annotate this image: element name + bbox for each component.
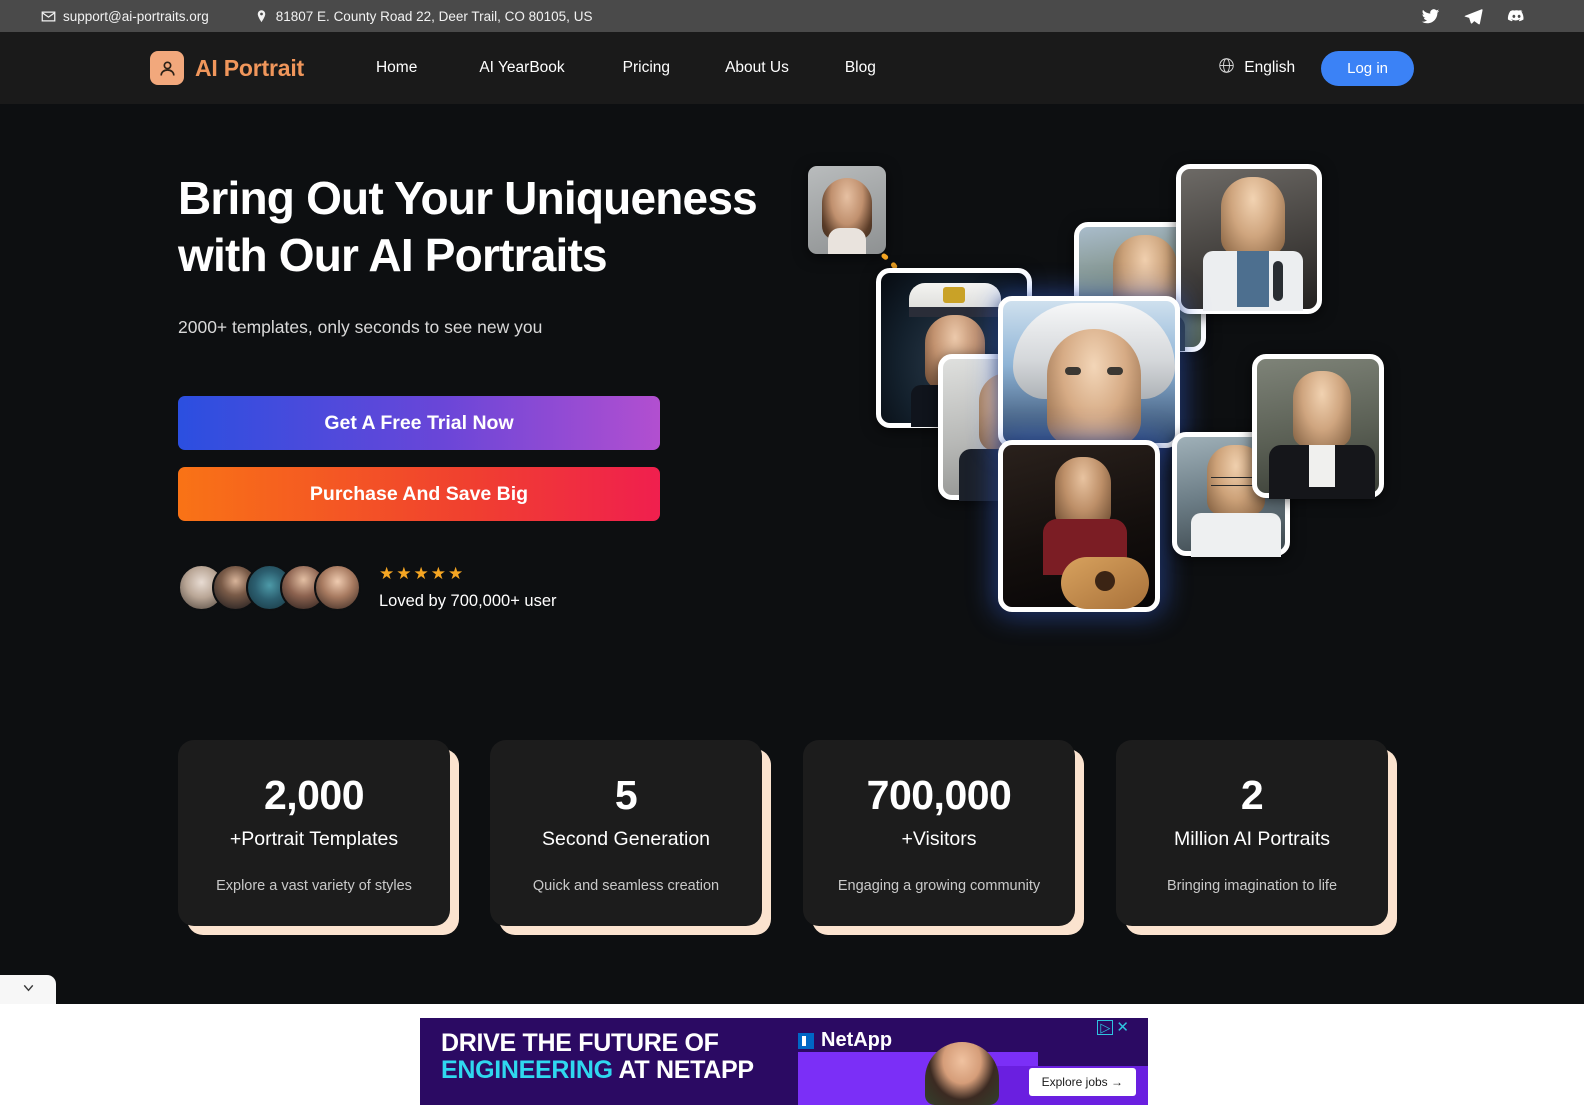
avatar bbox=[314, 564, 361, 612]
stat-card-templates[interactable]: 2,000 +Portrait Templates Explore a vast… bbox=[178, 740, 459, 935]
advertisement-banner[interactable]: DRIVE THE FUTURE OF ENGINEERING AT NETAP… bbox=[420, 1018, 1148, 1105]
contact-email-text: support@ai-portraits.org bbox=[63, 8, 209, 24]
headline-line-2: with Our AI Portraits bbox=[178, 228, 608, 281]
main-navigation: AI Portrait Home AI YearBook Pricing Abo… bbox=[0, 32, 1584, 104]
nav-links: Home AI YearBook Pricing About Us Blog bbox=[340, 51, 876, 85]
stat-card-portraits[interactable]: 2 Million AI Portraits Bringing imaginat… bbox=[1116, 740, 1397, 935]
stat-card-visitors[interactable]: 700,000 +Visitors Engaging a growing com… bbox=[803, 740, 1084, 935]
nav-link-home[interactable]: Home bbox=[376, 51, 417, 85]
stat-card-body: 700,000 +Visitors Engaging a growing com… bbox=[803, 740, 1075, 926]
stat-label: +Visitors bbox=[901, 828, 977, 850]
portrait-guitarist[interactable] bbox=[998, 440, 1160, 612]
person-avatar-icon bbox=[150, 51, 184, 85]
stat-label: Million AI Portraits bbox=[1173, 828, 1331, 850]
stat-card-generation[interactable]: 5 Second Generation Quick and seamless c… bbox=[490, 740, 771, 935]
contact-address-text: 81807 E. County Road 22, Deer Trail, CO … bbox=[275, 8, 593, 24]
star-rating-icon: ★★★★★ bbox=[379, 563, 466, 583]
brand-logo[interactable]: AI Portrait bbox=[150, 51, 304, 85]
ad-headline-line-2: ENGINEERING AT NETAPP bbox=[441, 1055, 754, 1084]
discord-icon[interactable] bbox=[1507, 7, 1526, 26]
nav-link-about[interactable]: About Us bbox=[725, 51, 789, 85]
social-proof: ★★★★★ Loved by 700,000+ user bbox=[178, 564, 818, 612]
login-button[interactable]: Log in bbox=[1321, 50, 1414, 86]
page-title: Bring Out Your Uniqueness with Our AI Po… bbox=[178, 170, 818, 283]
portrait-doctor-stethoscope[interactable] bbox=[1176, 164, 1322, 314]
portrait-astronaut[interactable] bbox=[998, 296, 1180, 448]
language-label: English bbox=[1244, 59, 1296, 76]
stat-desc: Quick and seamless creation bbox=[532, 878, 720, 894]
nav-right-group: English Log in bbox=[1218, 32, 1584, 104]
ad-headline-highlight: ENGINEERING bbox=[441, 1055, 613, 1084]
hero-text-block: Bring Out Your Uniqueness with Our AI Po… bbox=[178, 170, 818, 612]
telegram-icon[interactable] bbox=[1464, 7, 1483, 26]
top-utility-bar: support@ai-portraits.org 81807 E. County… bbox=[0, 0, 1584, 32]
stat-number: 700,000 bbox=[866, 772, 1012, 818]
stat-label: Second Generation bbox=[541, 828, 711, 850]
location-pin-icon bbox=[254, 9, 269, 24]
stat-desc: Bringing imagination to life bbox=[1166, 878, 1338, 894]
collapse-panel-toggle[interactable] bbox=[0, 975, 56, 1004]
stat-card-body: 5 Second Generation Quick and seamless c… bbox=[490, 740, 762, 926]
nav-link-blog[interactable]: Blog bbox=[845, 51, 876, 85]
stat-desc: Explore a vast variety of styles bbox=[216, 878, 412, 894]
adchoices-icon[interactable]: ▷ bbox=[1097, 1020, 1114, 1035]
free-trial-button[interactable]: Get A Free Trial Now bbox=[178, 396, 660, 451]
stat-card-body: 2,000 +Portrait Templates Explore a vast… bbox=[178, 740, 450, 926]
contact-address: 81807 E. County Road 22, Deer Trail, CO … bbox=[254, 8, 593, 24]
ad-cta-button[interactable]: Explore jobs → bbox=[1028, 1068, 1136, 1096]
language-selector[interactable]: English bbox=[1218, 57, 1295, 79]
portrait-business[interactable] bbox=[1252, 354, 1384, 499]
hero-section: Bring Out Your Uniqueness with Our AI Po… bbox=[0, 104, 1584, 664]
envelope-icon bbox=[41, 9, 56, 24]
nav-link-yearbook[interactable]: AI YearBook bbox=[479, 51, 564, 85]
nav-link-pricing[interactable]: Pricing bbox=[623, 51, 670, 85]
loved-by-text: Loved by 700,000+ user bbox=[379, 591, 557, 610]
stat-number: 5 bbox=[614, 772, 638, 818]
stat-number: 2,000 bbox=[263, 772, 365, 818]
twitter-icon[interactable] bbox=[1421, 7, 1440, 26]
ad-brand-name: NetApp bbox=[821, 1029, 893, 1051]
social-links bbox=[1421, 0, 1526, 32]
contact-email[interactable]: support@ai-portraits.org bbox=[41, 9, 209, 24]
ad-headline-line-1: DRIVE THE FUTURE OF bbox=[441, 1029, 719, 1057]
source-photo bbox=[808, 166, 886, 254]
headline-line-1: Bring Out Your Uniqueness bbox=[178, 172, 758, 224]
user-avatars bbox=[178, 564, 361, 612]
stat-card-body: 2 Million AI Portraits Bringing imaginat… bbox=[1116, 740, 1388, 926]
chevron-down-icon bbox=[20, 979, 37, 1001]
close-icon[interactable]: ✕ bbox=[1116, 1020, 1129, 1035]
globe-icon bbox=[1218, 57, 1235, 79]
portrait-collage bbox=[790, 154, 1430, 654]
hero-subheadline: 2000+ templates, only seconds to see new… bbox=[178, 317, 543, 338]
stat-number: 2 bbox=[1240, 772, 1264, 818]
page-root: support@ai-portraits.org 81807 E. County… bbox=[0, 0, 1584, 1105]
stats-section: 2,000 +Portrait Templates Explore a vast… bbox=[0, 740, 1584, 940]
stat-desc: Engaging a growing community bbox=[837, 878, 1041, 894]
rating-block: ★★★★★ Loved by 700,000+ user bbox=[379, 565, 557, 611]
stat-label: +Portrait Templates bbox=[229, 828, 399, 850]
ad-headline-rest: AT NETAPP bbox=[612, 1055, 754, 1084]
ad-controls: ▷ ✕ bbox=[1097, 1020, 1129, 1035]
brand-name: AI Portrait bbox=[195, 54, 304, 81]
netapp-logo-icon bbox=[798, 1032, 814, 1049]
ad-headline: DRIVE THE FUTURE OF ENGINEERING AT NETAP… bbox=[441, 1030, 754, 1083]
purchase-button[interactable]: Purchase And Save Big bbox=[178, 467, 660, 522]
ad-brand: NetApp bbox=[798, 1029, 892, 1052]
